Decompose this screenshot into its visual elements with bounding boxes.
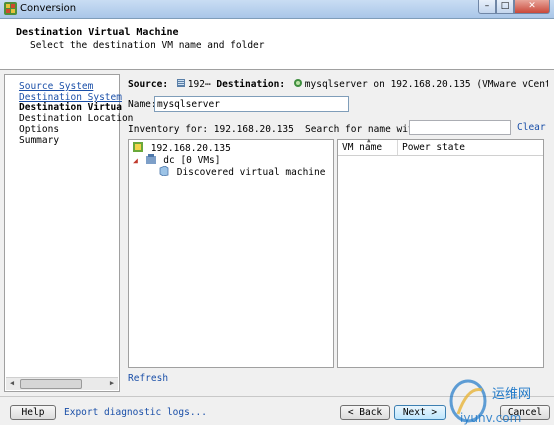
sort-ascending-icon: ▲ — [367, 137, 371, 144]
vcenter-icon — [293, 79, 302, 87]
vm-folder-icon — [159, 166, 169, 176]
search-label: Search for name with: — [305, 124, 426, 135]
close-button[interactable]: ✕ — [514, 0, 550, 14]
export-logs-link[interactable]: Export diagnostic logs... — [64, 407, 207, 418]
tree-node-label: 192.168.20.135 — [150, 143, 231, 154]
nav-item-destination-virtual-machine: Destination Virtua — [19, 102, 122, 113]
inventory-tree[interactable]: 192.168.20.135 ◢ dc [0 VMs] Discovered v… — [128, 139, 334, 368]
vm-list-table[interactable]: VM name ▲ Power state — [337, 137, 544, 368]
vm-name-input[interactable] — [154, 96, 349, 112]
watermark-url: iyunv.com — [460, 411, 521, 425]
window-title: Conversion — [20, 3, 77, 14]
nav-item-options: Options — [19, 124, 60, 135]
title-bar — [0, 0, 554, 19]
back-button[interactable]: < Back — [340, 405, 390, 420]
site-watermark: 运维网 iyunv.com — [449, 379, 531, 425]
minimize-button[interactable]: – — [478, 0, 496, 14]
column-separator[interactable] — [397, 140, 398, 155]
destination-value: mysqlserver on 192.168.20.135 (VMware vC… — [304, 79, 548, 90]
datacenter-icon — [145, 154, 156, 164]
server-icon — [176, 79, 185, 87]
nav-item-summary: Summary — [19, 135, 60, 146]
destination-label: Destination: — [216, 79, 286, 90]
search-input[interactable] — [409, 120, 511, 135]
clear-link[interactable]: Clear — [517, 122, 546, 133]
vcenter-icon — [133, 142, 143, 152]
table-header: VM name ▲ Power state — [338, 137, 543, 156]
inventory-label: Inventory for: 192.168.20.135 — [128, 124, 294, 135]
column-header-power-state[interactable]: Power state — [402, 142, 465, 153]
expand-arrow-icon[interactable]: ◢ — [133, 156, 138, 165]
watermark-cn: 运维网 — [492, 387, 531, 402]
scroll-thumb[interactable] — [20, 379, 82, 389]
source-label: Source: — [128, 79, 169, 90]
maximize-button[interactable]: □ — [496, 0, 514, 14]
tree-node-label: Discovered virtual machine [1 V⋯ — [176, 167, 333, 178]
tree-node-label: dc [0 VMs] — [163, 155, 221, 166]
app-icon — [4, 2, 17, 15]
name-label: Name: — [128, 99, 157, 110]
scroll-left-icon[interactable]: ◀ — [6, 378, 18, 389]
refresh-link[interactable]: Refresh — [128, 373, 168, 384]
tree-node-host[interactable]: 192.168.20.135 — [131, 142, 231, 154]
source-destination-line: Source: 192⋯ Destination: mysqlserver on… — [128, 78, 548, 90]
column-header-vm-name[interactable]: VM name — [342, 142, 382, 153]
source-value: 192⋯ — [187, 79, 211, 90]
header-subtitle: Select the destination VM name and folde… — [30, 40, 265, 51]
nav-horizontal-scrollbar[interactable]: ◀ ▶ — [6, 377, 118, 390]
scroll-right-icon[interactable]: ▶ — [106, 378, 118, 389]
tree-node-datacenter[interactable]: ◢ dc [0 VMs] — [133, 154, 221, 166]
help-button[interactable]: Help — [10, 405, 56, 420]
nav-item-destination-location: Destination Location — [19, 113, 134, 124]
wizard-header: Destination Virtual Machine Select the d… — [0, 19, 554, 70]
header-title: Destination Virtual Machine — [16, 27, 179, 38]
wizard-steps-nav: Source System Destination System Destina… — [4, 74, 133, 392]
tree-node-folder[interactable]: Discovered virtual machine [1 V⋯ — [157, 166, 333, 178]
nav-item-source-system[interactable]: Source System — [19, 81, 93, 92]
